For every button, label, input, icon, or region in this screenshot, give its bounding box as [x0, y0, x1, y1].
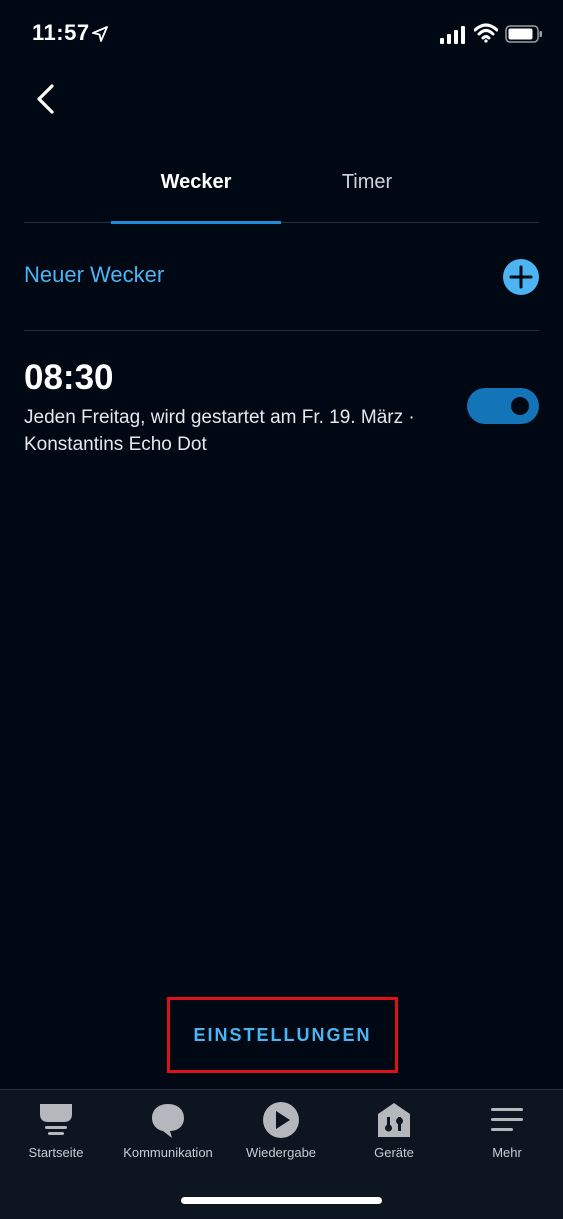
nav-label-mehr: Mehr — [492, 1145, 522, 1160]
alarm-toggle-knob — [511, 397, 529, 415]
wifi-icon — [474, 23, 498, 43]
nav-label-wiedergabe: Wiedergabe — [245, 1145, 317, 1160]
chat-bubble-icon — [152, 1104, 184, 1138]
home-indicator[interactable] — [181, 1197, 382, 1204]
status-time: 11:57 — [32, 20, 90, 45]
nav-item-geraete[interactable]: Geräte — [338, 1090, 450, 1180]
nav-item-wiedergabe[interactable]: Wiedergabe — [225, 1090, 337, 1180]
new-alarm-label[interactable]: Neuer Wecker — [24, 262, 164, 288]
chevron-left-icon — [37, 84, 54, 114]
nav-item-mehr[interactable]: Mehr — [451, 1090, 563, 1180]
nav-label-geraete: Geräte — [374, 1145, 414, 1160]
location-arrow-icon — [92, 26, 108, 42]
alarm-time: 08:30 — [24, 358, 114, 397]
menu-icon — [491, 1108, 523, 1131]
new-alarm-row[interactable]: Neuer Wecker — [24, 222, 539, 331]
devices-house-icon — [378, 1103, 410, 1137]
alarm-description: Jeden Freitag, wird gestartet am Fr. 19.… — [24, 407, 415, 455]
nav-label-startseite: Startseite — [28, 1145, 84, 1160]
alarm-list-item[interactable]: 08:30 Jeden Freitag, wird gestartet am F… — [24, 352, 539, 472]
tab-timer[interactable]: Timer — [282, 150, 452, 220]
settings-highlight-box: EINSTELLUNGEN — [167, 997, 398, 1073]
tab-wecker[interactable]: Wecker — [111, 150, 281, 220]
nav-label-kommunikation: Kommunikation — [123, 1145, 213, 1160]
nav-item-startseite[interactable]: Startseite — [0, 1090, 112, 1180]
plus-circle-icon — [509, 265, 533, 289]
tab-bar: Wecker Timer — [24, 150, 539, 224]
nav-item-kommunikation[interactable]: Kommunikation — [112, 1090, 224, 1180]
settings-button[interactable]: EINSTELLUNGEN — [170, 1000, 395, 1070]
home-icon — [40, 1104, 72, 1135]
back-button[interactable] — [28, 78, 68, 122]
status-bar: 11:57 — [0, 0, 563, 70]
cellular-signal-icon — [440, 26, 465, 44]
add-alarm-button[interactable] — [503, 259, 539, 295]
alarm-toggle[interactable] — [467, 388, 539, 424]
play-icon — [263, 1102, 299, 1138]
battery-icon — [505, 25, 542, 43]
